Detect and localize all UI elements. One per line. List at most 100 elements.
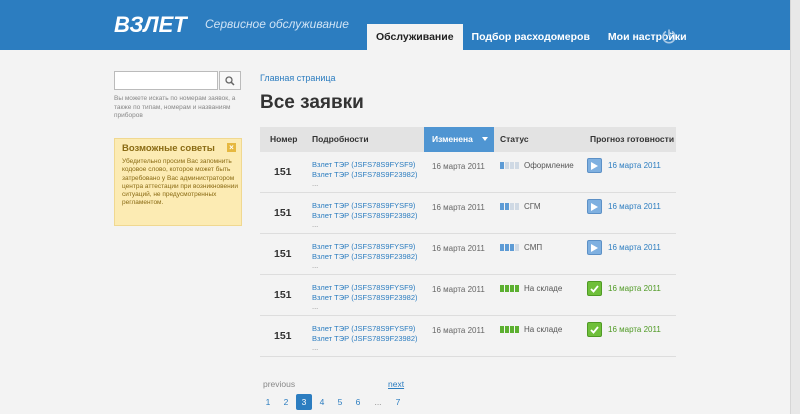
page-scrollbar[interactable] xyxy=(790,0,800,414)
tips-title: Возможные советы xyxy=(122,143,215,154)
column-changed-label: Изменена xyxy=(432,134,473,144)
search-button[interactable] xyxy=(219,71,241,90)
page-link[interactable]: 7 xyxy=(390,394,406,410)
device-link[interactable]: Взлет ТЭР (JSFS78S9F23982) xyxy=(312,170,418,180)
column-status[interactable]: Статус xyxy=(500,127,529,152)
column-changed[interactable]: Изменена xyxy=(424,127,494,152)
status-progress-icon xyxy=(500,244,520,251)
tab-service[interactable]: Обслуживание xyxy=(367,24,463,50)
device-link[interactable]: Взлет ТЭР (JSFS78S9F23982) xyxy=(312,293,418,303)
device-link[interactable]: Взлет ТЭР (JSFS78S9FYSF9) xyxy=(312,201,418,211)
forecast-date: 16 марта 2011 xyxy=(608,202,661,211)
request-number: 151 xyxy=(274,330,292,342)
request-number: 151 xyxy=(274,207,292,219)
sort-desc-icon xyxy=(482,137,488,141)
table-row[interactable]: 151 Взлет ТЭР (JSFS78S9FYSF9) Взлет ТЭР … xyxy=(260,152,676,193)
status-text: СМП xyxy=(524,243,543,252)
status-text: СГМ xyxy=(524,202,541,211)
check-icon xyxy=(587,281,602,296)
page-link[interactable]: 2 xyxy=(278,394,294,410)
forecast-cell: 16 марта 2011 xyxy=(587,199,661,214)
request-details: Взлет ТЭР (JSFS78S9FYSF9) Взлет ТЭР (JSF… xyxy=(312,324,418,353)
status-text: Оформление xyxy=(524,161,574,170)
request-number: 151 xyxy=(274,248,292,260)
search-input[interactable] xyxy=(114,71,218,90)
more-ellipsis: ... xyxy=(312,343,319,352)
check-icon xyxy=(587,322,602,337)
table-row[interactable]: 151 Взлет ТЭР (JSFS78S9FYSF9) Взлет ТЭР … xyxy=(260,234,676,275)
breadcrumb[interactable]: Главная страница xyxy=(260,73,336,83)
svg-text:ВЗЛЕТ: ВЗЛЕТ xyxy=(114,12,188,37)
tab-my-settings[interactable]: Мои настройки xyxy=(599,24,696,50)
more-ellipsis: ... xyxy=(312,179,319,188)
status-progress-icon xyxy=(500,285,520,292)
device-link[interactable]: Взлет ТЭР (JSFS78S9FYSF9) xyxy=(312,160,418,170)
changed-date: 16 марта 2011 xyxy=(432,285,485,294)
page-title: Все заявки xyxy=(260,92,364,113)
more-ellipsis: ... xyxy=(312,220,319,229)
status-text: На складе xyxy=(524,284,563,293)
device-link[interactable]: Взлет ТЭР (JSFS78S9FYSF9) xyxy=(312,283,418,293)
column-number[interactable]: Номер xyxy=(270,127,297,152)
power-icon[interactable] xyxy=(661,28,677,44)
column-details[interactable]: Подробности xyxy=(312,127,369,152)
table-row[interactable]: 151 Взлет ТЭР (JSFS78S9FYSF9) Взлет ТЭР … xyxy=(260,316,676,357)
tips-box: Возможные советы × Убедительно просим Ва… xyxy=(114,138,242,226)
table-row[interactable]: 151 Взлет ТЭР (JSFS78S9FYSF9) Взлет ТЭР … xyxy=(260,275,676,316)
tips-text: Убедительно просим Вас запомнить кодовое… xyxy=(122,158,238,207)
request-details: Взлет ТЭР (JSFS78S9FYSF9) Взлет ТЭР (JSF… xyxy=(312,283,418,312)
request-details: Взлет ТЭР (JSFS78S9FYSF9) Взлет ТЭР (JSF… xyxy=(312,201,418,230)
forecast-cell: 16 марта 2011 xyxy=(587,158,661,173)
close-icon[interactable]: × xyxy=(227,143,236,152)
pagination: 1 2 3 4 5 6 ... 7 xyxy=(260,394,408,410)
device-link[interactable]: Взлет ТЭР (JSFS78S9FYSF9) xyxy=(312,242,418,252)
play-icon[interactable] xyxy=(587,199,602,214)
status-cell: СГМ xyxy=(500,202,541,211)
forecast-date: 16 марта 2011 xyxy=(608,325,661,334)
request-number: 151 xyxy=(274,289,292,301)
page-link[interactable]: 1 xyxy=(260,394,276,410)
changed-date: 16 марта 2011 xyxy=(432,203,485,212)
changed-date: 16 марта 2011 xyxy=(432,244,485,253)
status-progress-icon xyxy=(500,326,520,333)
forecast-cell: 16 марта 2011 xyxy=(587,240,661,255)
changed-date: 16 марта 2011 xyxy=(432,326,485,335)
page-link[interactable]: 6 xyxy=(350,394,366,410)
search-hint: Вы можете искать по номерам заявок, а та… xyxy=(114,95,236,119)
page-link[interactable]: 5 xyxy=(332,394,348,410)
status-progress-icon xyxy=(500,162,520,169)
previous-link: previous xyxy=(263,379,296,389)
forecast-date: 16 марта 2011 xyxy=(608,284,661,293)
page-link[interactable]: 4 xyxy=(314,394,330,410)
forecast-cell: 16 марта 2011 xyxy=(587,322,661,337)
forecast-date: 16 марта 2011 xyxy=(608,161,661,170)
page-ellipsis: ... xyxy=(374,397,382,407)
column-forecast[interactable]: Прогноз готовности xyxy=(590,127,674,152)
status-cell: СМП xyxy=(500,243,542,252)
table-header: Номер Подробности Изменена Статус Прогно… xyxy=(260,127,676,152)
play-icon[interactable] xyxy=(587,240,602,255)
search-icon xyxy=(225,75,235,86)
device-link[interactable]: Взлет ТЭР (JSFS78S9F23982) xyxy=(312,334,418,344)
device-link[interactable]: Взлет ТЭР (JSFS78S9F23982) xyxy=(312,252,418,262)
status-cell: На складе xyxy=(500,284,562,293)
top-header: ВЗЛЕТ Сервисное обслуживание Обслуживани… xyxy=(0,0,800,50)
status-progress-icon xyxy=(500,203,520,210)
site-tagline: Сервисное обслуживание xyxy=(205,17,349,31)
request-details: Взлет ТЭР (JSFS78S9FYSF9) Взлет ТЭР (JSF… xyxy=(312,160,418,189)
vzlet-logo[interactable]: ВЗЛЕТ xyxy=(114,11,188,37)
tab-meter-selection[interactable]: Подбор расходомеров xyxy=(463,24,599,50)
page-current: 3 xyxy=(296,394,312,410)
status-cell: Оформление xyxy=(500,161,574,170)
device-link[interactable]: Взлет ТЭР (JSFS78S9FYSF9) xyxy=(312,324,418,334)
request-details: Взлет ТЭР (JSFS78S9FYSF9) Взлет ТЭР (JSF… xyxy=(312,242,418,271)
next-link[interactable]: next xyxy=(388,379,404,389)
play-icon[interactable] xyxy=(587,158,602,173)
requests-table: Номер Подробности Изменена Статус Прогно… xyxy=(260,127,676,357)
request-number: 151 xyxy=(274,166,292,178)
changed-date: 16 марта 2011 xyxy=(432,162,485,171)
table-row[interactable]: 151 Взлет ТЭР (JSFS78S9FYSF9) Взлет ТЭР … xyxy=(260,193,676,234)
main-nav: Обслуживание Подбор расходомеров Мои нас… xyxy=(367,24,696,50)
device-link[interactable]: Взлет ТЭР (JSFS78S9F23982) xyxy=(312,211,418,221)
forecast-cell: 16 марта 2011 xyxy=(587,281,661,296)
